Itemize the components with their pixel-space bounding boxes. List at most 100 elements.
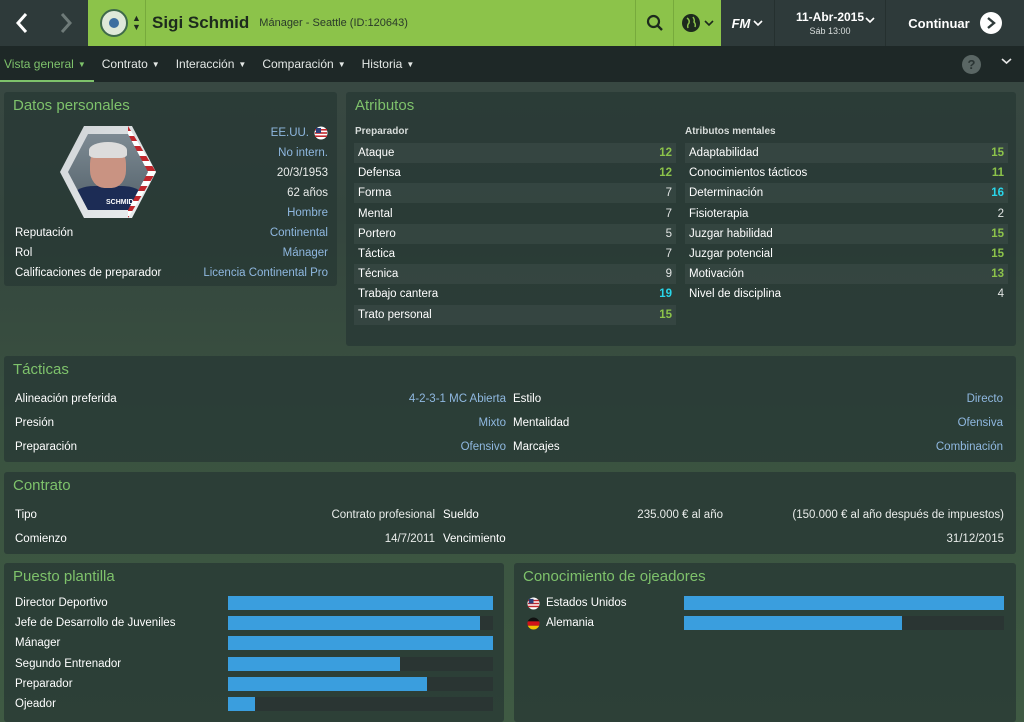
panel-title: Datos personales xyxy=(13,97,130,114)
chevron-down-icon: ▼ xyxy=(238,59,247,69)
contract-type-row: Tipo Contrato profesional xyxy=(15,509,435,521)
contract-expiry-row: Vencimiento 31/12/2015 xyxy=(443,533,1004,545)
help-icon[interactable]: ? xyxy=(962,55,981,74)
chevron-right-icon xyxy=(60,13,73,33)
staff-role-bar-fill xyxy=(228,697,255,711)
scout-knowledge-panel: Conocimiento de ojeadores xyxy=(514,563,1016,722)
attribute-row: Conocimientos tácticos 11 xyxy=(685,163,1008,183)
chevron-down-icon: ▼ xyxy=(77,59,86,69)
tab-label: Contrato xyxy=(101,57,148,71)
up-down-arrows-icon: ▲ ▼ xyxy=(132,13,141,32)
scout-knowledge-label: Estados Unidos xyxy=(546,597,627,609)
staff-role-label: Jefe de Desarrollo de Juveniles xyxy=(15,617,176,630)
world-menu-button[interactable] xyxy=(673,0,721,46)
salary-after-tax: (150.000 € al año después de impuestos) xyxy=(792,509,1004,521)
arrow-right-icon xyxy=(979,12,1002,34)
attribute-row: Táctica 7 xyxy=(354,244,676,264)
scout-knowledge-label: Alemania xyxy=(546,617,594,630)
calendar-button[interactable]: 11-Abr-2015 Sáb 13:00 xyxy=(775,0,885,46)
staff-role-bar-fill xyxy=(228,656,401,671)
attribute-row: Fisioterapia 2 xyxy=(685,204,1008,224)
current-date: 11-Abr-2015 xyxy=(795,10,865,24)
attribute-value: 16 xyxy=(991,187,1004,200)
chevron-down-icon xyxy=(704,20,714,27)
germany-flag-icon xyxy=(527,617,540,630)
current-day-time: Sáb 13:00 xyxy=(809,26,851,36)
panel-title: Contrato xyxy=(13,477,71,494)
attribute-name: Ataque xyxy=(358,147,395,159)
attribute-name: Defensa xyxy=(358,167,401,180)
staff-role-bar-fill xyxy=(228,596,493,610)
attribute-row: Juzgar potencial 15 xyxy=(685,244,1008,264)
attribute-row: Motivación 13 xyxy=(685,264,1008,285)
mental-attributes-heading: Atributos mentales xyxy=(685,126,776,137)
coaching-qualification-row: Calificaciones de preparador Licencia Co… xyxy=(15,267,328,279)
tab-bar: Vista general ▼ Contrato ▼ Interacción ▼ Co… xyxy=(0,46,1024,82)
tab-overview[interactable]: Vista general ▼ xyxy=(0,46,94,82)
search-button[interactable] xyxy=(635,0,673,46)
preparation-row: Preparación Ofensivo xyxy=(15,441,506,453)
chevron-down-icon[interactable] xyxy=(1001,56,1012,68)
staff-role-label: Preparador xyxy=(15,677,73,690)
person-subtitle: Mánager - Seattle (ID:120643) xyxy=(259,17,408,29)
style-row: Estilo Directo xyxy=(513,393,1003,405)
tab-comparison[interactable]: Comparación ▼ xyxy=(254,46,353,82)
usa-flag-icon xyxy=(527,596,540,610)
attribute-value: 15 xyxy=(659,308,672,321)
chevron-down-icon: ▼ xyxy=(337,59,346,69)
continue-button[interactable]: Continuar xyxy=(885,0,1024,46)
staff-role-bar xyxy=(228,697,493,711)
attribute-row: Técnica 9 xyxy=(354,264,676,285)
tab-history[interactable]: Historia ▼ xyxy=(354,46,423,82)
attribute-row: Trato personal 15 xyxy=(354,304,676,325)
staff-role-bar xyxy=(228,636,493,651)
panel-title: Puesto plantilla xyxy=(13,568,115,585)
attribute-name: Determinación xyxy=(689,187,764,200)
fm-menu-button[interactable]: FM xyxy=(721,0,775,46)
age: 62 años xyxy=(287,187,328,199)
attribute-value: 11 xyxy=(991,167,1004,180)
attribute-name: Táctica xyxy=(358,248,396,260)
attribute-name: Fisioterapia xyxy=(689,207,749,220)
staff-role-bar-fill xyxy=(228,616,480,631)
attribute-name: Adaptabilidad xyxy=(689,147,759,159)
chevron-left-icon xyxy=(15,13,28,33)
attribute-name: Trabajo cantera xyxy=(358,288,439,301)
role-row: Rol Mánager xyxy=(15,247,328,259)
mentality-row: Mentalidad Ofensiva xyxy=(513,417,1003,429)
attribute-name: Forma xyxy=(358,187,392,200)
tab-label: Vista general xyxy=(4,57,74,71)
search-icon xyxy=(646,14,663,31)
panel-title: Conocimiento de ojeadores xyxy=(523,568,706,585)
staff-role-label: Ojeador xyxy=(15,698,56,710)
attribute-row: Ataque 12 xyxy=(354,143,676,163)
coach-attributes-heading: Preparador xyxy=(355,126,409,137)
staff-role-bar-fill xyxy=(228,676,427,691)
attribute-value: 13 xyxy=(991,268,1004,281)
attribute-value: 5 xyxy=(665,227,672,240)
photo-name-tag: SCHMID xyxy=(106,199,134,206)
chevron-down-icon xyxy=(865,17,875,24)
contract-start-row: Comienzo 14/7/2011 xyxy=(15,533,435,545)
scout-knowledge-bar xyxy=(684,616,1004,631)
staff-role-bar-fill xyxy=(228,636,493,651)
attribute-name: Juzgar habilidad xyxy=(689,227,773,240)
person-header: ▲ ▼ Sigi Schmid Mánager - Seattle (ID:120… xyxy=(88,0,721,46)
chevron-down-icon: ▼ xyxy=(406,59,415,69)
tab-interaction[interactable]: Interacción ▼ xyxy=(168,46,255,82)
nationality-row[interactable]: EE.UU. xyxy=(200,124,328,142)
attribute-row: Forma 7 xyxy=(354,183,676,204)
scout-knowledge-bar xyxy=(684,596,1004,610)
attribute-value: 9 xyxy=(665,268,672,281)
attribute-name: Trato personal xyxy=(358,308,432,321)
staff-role-bar xyxy=(228,656,493,671)
attribute-value: 19 xyxy=(659,288,672,301)
continue-label: Continuar xyxy=(908,15,970,31)
club-selector[interactable]: ▲ ▼ xyxy=(88,0,146,46)
back-button[interactable] xyxy=(0,0,44,46)
attribute-row: Mental 7 xyxy=(354,204,676,224)
attribute-row: Nivel de disciplina 4 xyxy=(685,284,1008,304)
tab-label: Interacción xyxy=(175,57,235,71)
tab-contract[interactable]: Contrato ▼ xyxy=(94,46,168,82)
forward-button[interactable] xyxy=(44,0,88,46)
